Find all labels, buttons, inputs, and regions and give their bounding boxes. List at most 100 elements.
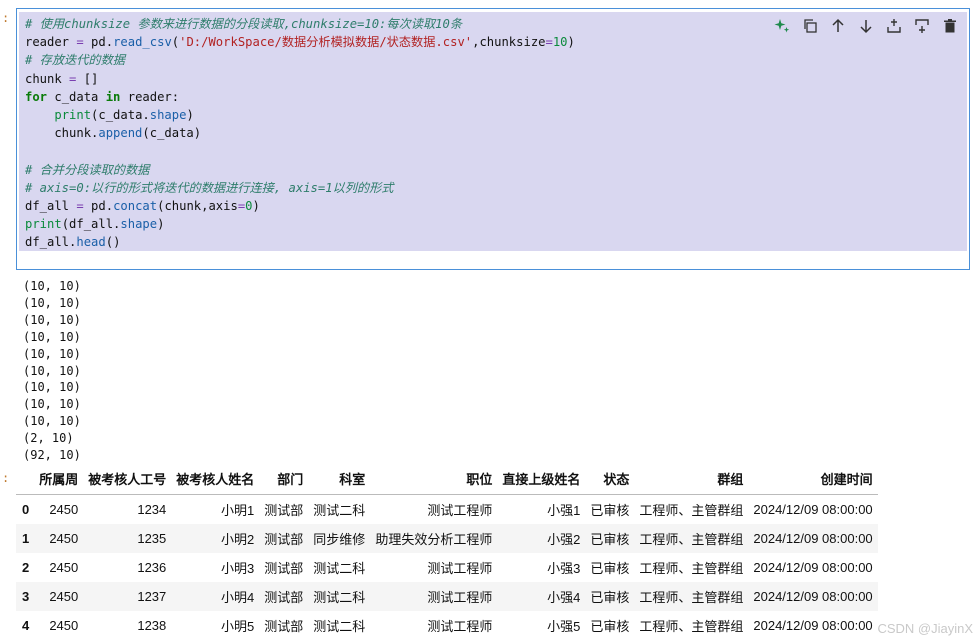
stdout-output: (10, 10) (10, 10) (10, 10) (10, 10) (10,…: [23, 278, 81, 464]
column-header: 状态: [585, 463, 635, 495]
table-cell: 小明2: [171, 524, 260, 553]
table-cell: 工程师、主管群组: [639, 561, 744, 576]
table-cell: 小明1: [221, 503, 255, 518]
table-cell: 小强4: [497, 582, 586, 611]
table-cell: 已审核: [590, 503, 630, 518]
move-down-icon[interactable]: [855, 16, 877, 36]
output-line: (2, 10): [23, 431, 74, 446]
output-line: (10, 10): [23, 279, 81, 293]
table-cell: 测试部: [264, 561, 304, 576]
table-cell: 测试二科: [313, 619, 366, 634]
code-text[interactable]: # 使用chunksize 参数来进行数据的分段读取,chunksize=10:…: [25, 15, 575, 252]
output-line: (10, 10): [23, 312, 81, 327]
input-prompt-marker: :: [2, 11, 10, 25]
table-cell: 测试部: [264, 503, 304, 518]
output-line: (10, 10): [23, 363, 81, 378]
table-cell: 2024/12/09 08:00:00: [748, 582, 878, 611]
code-line-10: # axis=0:以行的形式将迭代的数据进行连接, axis=1以列的形式: [25, 180, 394, 195]
table-cell: 1238: [137, 618, 167, 633]
column-header: 直接上级姓名: [497, 463, 586, 495]
column-header: 群组: [634, 463, 749, 495]
table-cell: 1234: [137, 502, 167, 517]
output-line: (10, 10): [23, 346, 81, 361]
move-up-icon[interactable]: [827, 16, 849, 36]
table-cell: 测试二科: [313, 561, 366, 576]
column-header: 部门: [259, 463, 309, 495]
column-header: 创建时间: [748, 463, 878, 495]
table-cell: 测试部: [259, 582, 309, 611]
insert-below-icon[interactable]: [911, 16, 933, 36]
table-cell: 1236: [137, 560, 167, 575]
table-row: 3 2450 1237 小明4 测试部 测试二科 测试工程师 小强4 已审核 工…: [16, 582, 878, 611]
code-line-2: reader = pd.read_csv('D:/WorkSpace/数据分析模…: [25, 35, 575, 50]
table-cell: 2024/12/09 08:00:00: [753, 618, 873, 633]
table-cell: 已审核: [590, 561, 630, 576]
table-cell: 助理失效分析工程师: [370, 524, 498, 553]
row-index: 4: [22, 618, 30, 633]
output-line: (92, 10): [23, 448, 81, 463]
row-index: 0: [22, 502, 30, 517]
output-line: (10, 10): [23, 414, 81, 429]
table-cell: 测试工程师: [370, 582, 498, 611]
row-index: 3: [16, 582, 35, 611]
code-line-6: print(c_data.shape): [54, 108, 194, 123]
table-cell: 2450: [49, 560, 79, 575]
code-line-1: # 使用chunksize 参数来进行数据的分段读取,chunksize=10:…: [25, 17, 463, 31]
dataframe-table: 所属周 被考核人工号 被考核人姓名 部门 科室 职位 直接上级姓名 状态 群组 …: [16, 463, 878, 640]
output-line: (10, 10): [23, 295, 81, 310]
table-cell: 小强2: [497, 524, 586, 553]
table-cell: 测试工程师: [427, 619, 493, 634]
table-row: 2 2450 1236 小明3 测试部 测试二科 测试工程师 小强3 已审核 工…: [16, 553, 878, 582]
table-header-row: 所属周 被考核人工号 被考核人姓名 部门 科室 职位 直接上级姓名 状态 群组 …: [16, 463, 878, 495]
table-cell: 1237: [83, 582, 172, 611]
code-line-13: df_all.head(): [25, 235, 121, 250]
code-line-7: chunk.append(c_data): [25, 126, 202, 141]
table-cell: 2450: [34, 524, 84, 553]
table-cell: 2024/12/09 08:00:00: [748, 524, 878, 553]
table-cell: 测试工程师: [427, 561, 493, 576]
table-cell: 2024/12/09 08:00:00: [753, 560, 873, 575]
delete-icon[interactable]: [939, 16, 961, 36]
table-cell: 已审核: [585, 582, 635, 611]
table-cell: 工程师、主管群组: [634, 524, 749, 553]
table-row: 4 2450 1238 小明5 测试部 测试二科 测试工程师 小强5 已审核 工…: [16, 611, 878, 640]
column-header: 被考核人工号: [83, 463, 172, 495]
copy-icon[interactable]: [799, 16, 821, 36]
table-cell: 2450: [49, 502, 79, 517]
table-cell: 2450: [34, 582, 84, 611]
code-line-11: df_all = pd.concat(chunk,axis=0): [25, 199, 260, 214]
code-line-3: # 存放迭代的数据: [25, 53, 125, 68]
table-cell: 小强3: [547, 561, 581, 576]
insert-above-icon[interactable]: [883, 16, 905, 36]
cell-toolbar: [771, 16, 961, 36]
table-row: 0 2450 1234 小明1 测试部 测试二科 测试工程师 小强1 已审核 工…: [16, 495, 878, 525]
table-cell: 工程师、主管群组: [634, 582, 749, 611]
output-line: (10, 10): [23, 329, 81, 344]
column-header: [16, 463, 35, 495]
column-header: 所属周: [34, 463, 84, 495]
table-cell: 2024/12/09 08:00:00: [753, 502, 873, 517]
table-cell: 1235: [83, 524, 172, 553]
table-cell: 测试二科: [308, 582, 371, 611]
table-cell: 同步维修: [308, 524, 371, 553]
table-cell: 测试二科: [313, 503, 366, 518]
table-cell: 已审核: [590, 619, 630, 634]
code-line-4: chunk = []: [25, 71, 99, 86]
table-cell: 测试部: [264, 619, 304, 634]
table-cell: 小强1: [547, 503, 581, 518]
column-header: 职位: [370, 463, 498, 495]
table-cell: 小明3: [221, 561, 255, 576]
row-index: 2: [22, 560, 30, 575]
sparkle-icon[interactable]: [771, 16, 793, 36]
output-line: (10, 10): [23, 397, 81, 412]
code-cell[interactable]: # 使用chunksize 参数来进行数据的分段读取,chunksize=10:…: [16, 8, 970, 270]
code-editor[interactable]: # 使用chunksize 参数来进行数据的分段读取,chunksize=10:…: [19, 12, 967, 251]
table-cell: 小明4: [171, 582, 260, 611]
output-line: (10, 10): [23, 380, 81, 395]
column-header: 科室: [308, 463, 371, 495]
watermark: CSDN @JiayinX: [877, 621, 973, 636]
table-cell: 已审核: [585, 524, 635, 553]
table-cell: 小明5: [221, 619, 255, 634]
output-prompt-marker: :: [2, 471, 10, 485]
row-index: 1: [16, 524, 35, 553]
